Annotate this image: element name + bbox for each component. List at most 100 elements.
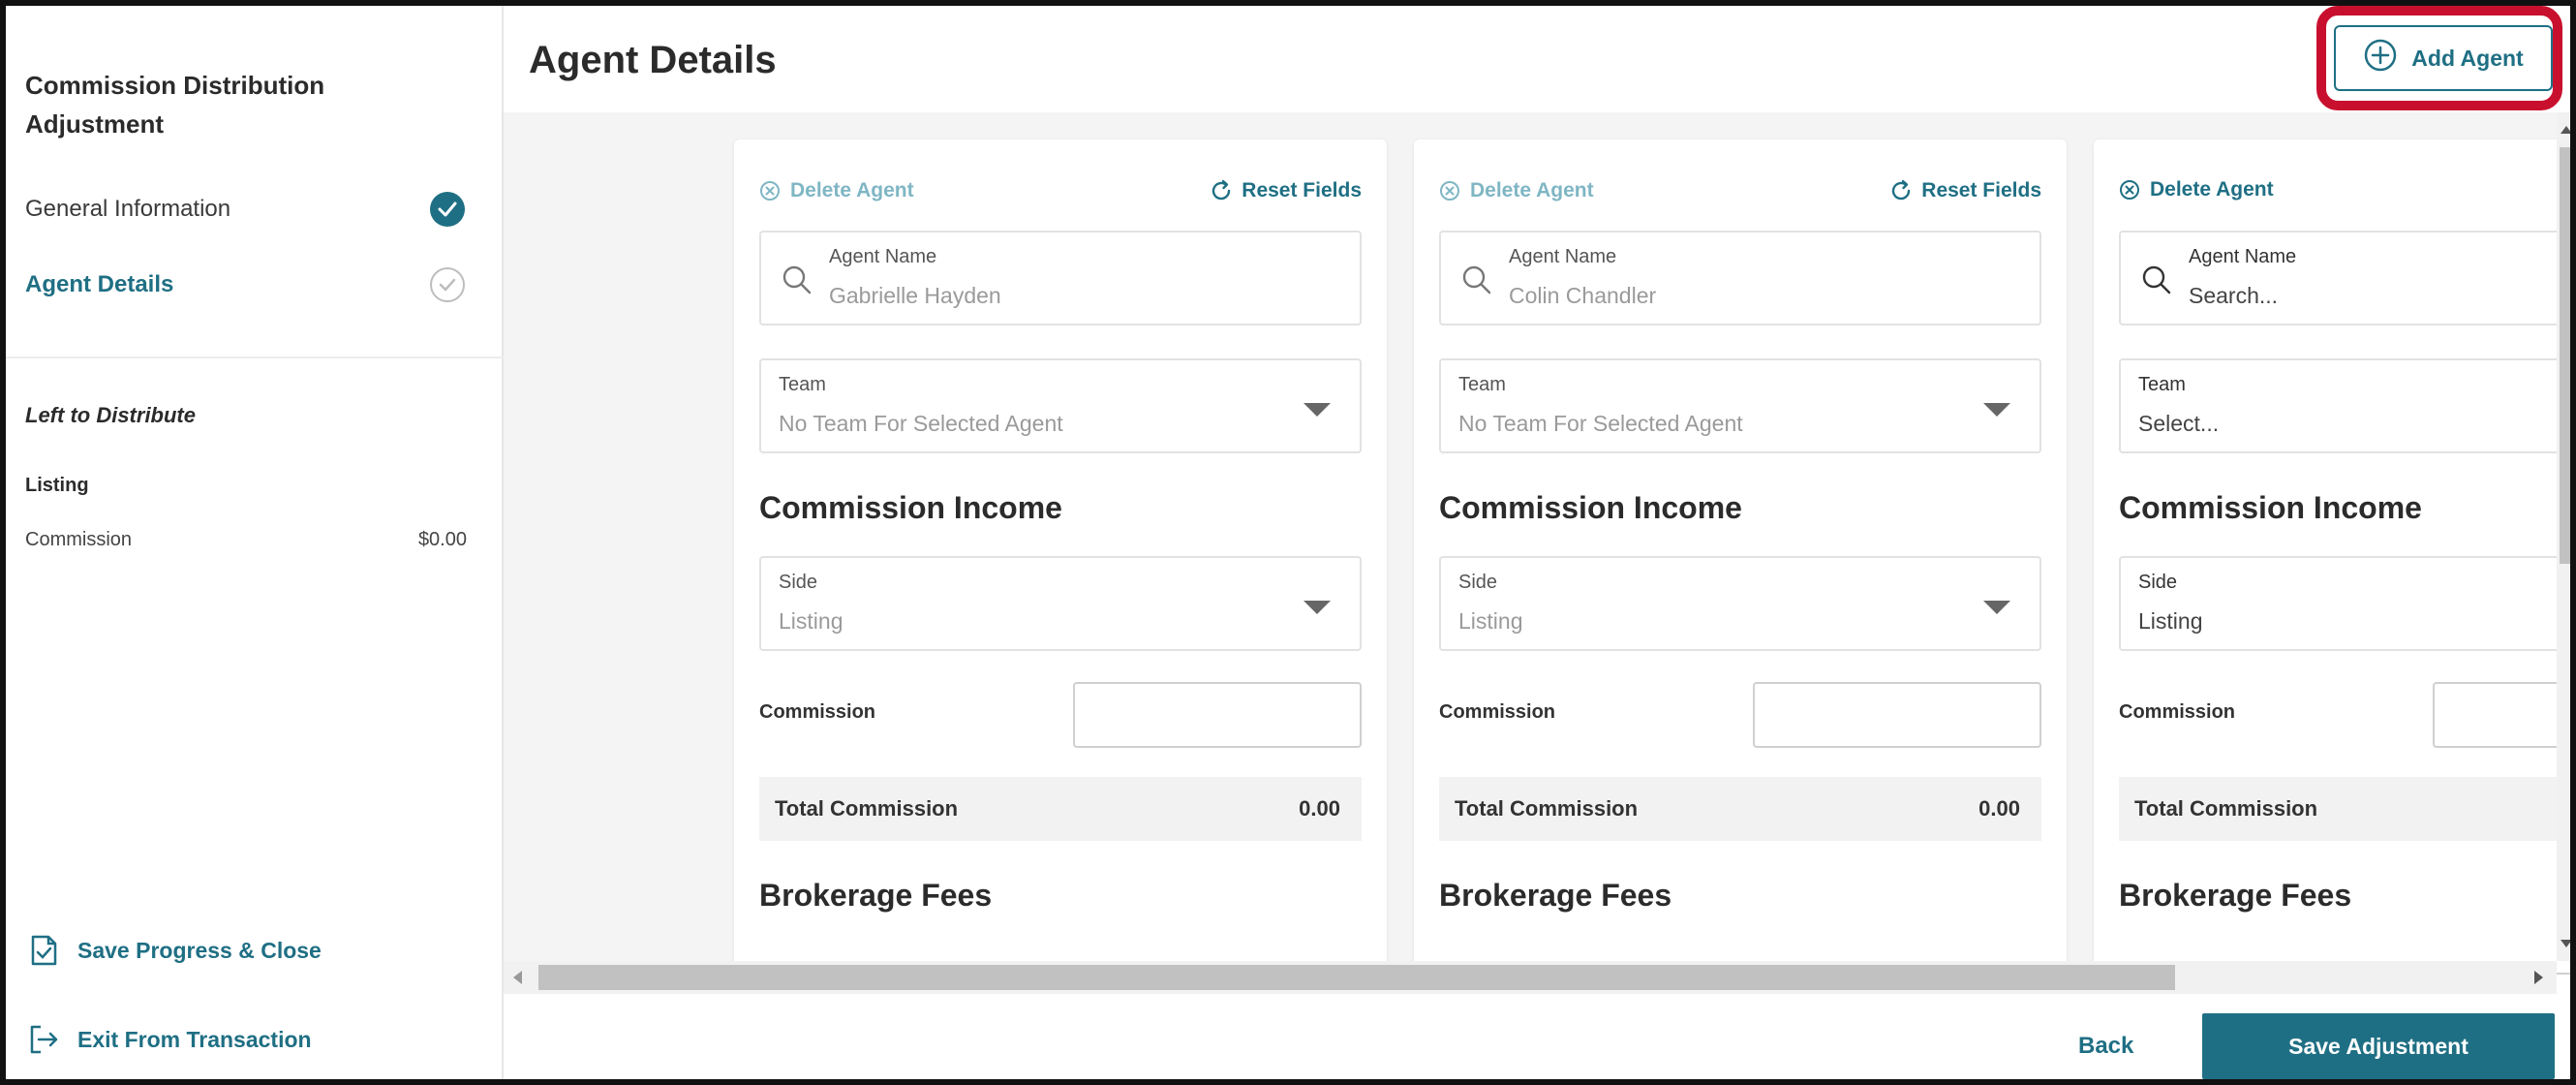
- scroll-right-arrow-icon[interactable]: [2534, 971, 2543, 984]
- chevron-down-icon: [1303, 403, 1331, 417]
- divider: [6, 356, 504, 358]
- exit-label: Exit From Transaction: [77, 1026, 312, 1052]
- side-select[interactable]: Side Listing: [2119, 556, 2570, 651]
- save-progress-label: Save Progress & Close: [77, 937, 322, 963]
- scroll-left-arrow-icon[interactable]: [513, 971, 522, 984]
- chevron-down-icon: [1983, 601, 2010, 614]
- commission-label: Commission: [759, 701, 876, 723]
- side-label: Side: [1458, 572, 1498, 593]
- check-circle-icon: [430, 192, 465, 227]
- reset-fields-label: Reset Fields: [1242, 179, 1362, 202]
- commission-value: $0.00: [417, 529, 467, 550]
- agent-name-value: Colin Chandler: [1509, 283, 1657, 308]
- x-circle-icon: [760, 181, 780, 201]
- save-document-icon: [25, 932, 62, 969]
- team-label: Team: [1458, 374, 1506, 395]
- total-commission-label: Total Commission: [775, 796, 959, 821]
- search-icon: [782, 265, 812, 294]
- total-commission-label: Total Commission: [1455, 796, 1639, 821]
- sidebar: Commission Distribution Adjustment Gener…: [6, 6, 515, 1079]
- listing-label: Listing: [25, 475, 89, 496]
- scroll-up-arrow-icon[interactable]: [2561, 126, 2570, 134]
- total-commission-value: 0.00: [1978, 796, 2020, 821]
- commission-income-heading: Commission Income: [2119, 490, 2422, 525]
- save-adjustment-button[interactable]: Save Adjustment: [2202, 1013, 2555, 1079]
- chevron-down-icon: [1983, 403, 2010, 417]
- agent-name-value: Gabrielle Hayden: [829, 283, 1001, 308]
- save-progress-close-link[interactable]: Save Progress & Close: [25, 932, 322, 969]
- agent-name-field[interactable]: Agent Name Colin Chandler: [1439, 231, 2041, 326]
- agent-name-field[interactable]: Agent Name Gabrielle Hayden: [759, 231, 1362, 326]
- brokerage-fees-heading: Brokerage Fees: [1439, 878, 1672, 913]
- agent-name-label: Agent Name: [829, 246, 937, 267]
- reset-fields-label: Reset Fields: [1921, 179, 2041, 202]
- total-commission-row: Total Commission 0.00: [1439, 777, 2041, 841]
- side-label: Side: [2138, 572, 2178, 593]
- commission-input[interactable]: [1073, 682, 1362, 748]
- agent-card: Delete Agent Reset Fields Agent Name Gab…: [734, 140, 1387, 994]
- page-title: Agent Details: [529, 39, 777, 81]
- team-select[interactable]: Team No Team For Selected Agent: [1439, 358, 2041, 453]
- reset-fields-button[interactable]: Reset Fields: [1209, 178, 1362, 203]
- total-commission-row: Total Commission 0.00: [759, 777, 1362, 841]
- search-icon: [2142, 265, 2171, 294]
- left-to-distribute-heading: Left to Distribute: [25, 403, 196, 427]
- reset-fields-button[interactable]: Reset Fields: [1888, 178, 2041, 203]
- refresh-icon: [1892, 179, 1911, 201]
- side-select[interactable]: Side Listing: [759, 556, 1362, 651]
- side-select[interactable]: Side Listing: [1439, 556, 2041, 651]
- add-agent-button[interactable]: Add Agent: [2334, 25, 2553, 91]
- scrollbar-thumb[interactable]: [538, 965, 2175, 990]
- agent-name-field[interactable]: Agent Name Search...: [2119, 231, 2570, 326]
- total-commission-value: 0.00: [1299, 796, 1340, 821]
- scrollbar-thumb[interactable]: [2560, 147, 2570, 564]
- agent-card: Delete Agent Reset Fields Agent Name Col…: [1414, 140, 2067, 994]
- plus-circle-icon: [2363, 38, 2398, 78]
- back-button[interactable]: Back: [2078, 1033, 2133, 1060]
- team-label: Team: [2138, 374, 2186, 395]
- total-commission-row: Total Commission: [2119, 777, 2570, 841]
- delete-agent-label: Delete Agent: [2150, 178, 2274, 201]
- team-select[interactable]: Team No Team For Selected Agent: [759, 358, 1362, 453]
- team-value: No Team For Selected Agent: [1458, 411, 1743, 436]
- side-value: Listing: [1458, 608, 1523, 634]
- total-commission-label: Total Commission: [2134, 796, 2318, 821]
- side-label: Side: [779, 572, 818, 593]
- brokerage-fees-heading: Brokerage Fees: [759, 878, 993, 913]
- app-window: Commission Distribution Adjustment Gener…: [0, 0, 2576, 1085]
- commission-input[interactable]: [2433, 682, 2570, 748]
- sidebar-title: Commission Distribution Adjustment: [25, 71, 325, 139]
- team-select[interactable]: Team Select...: [2119, 358, 2570, 453]
- commission-income-heading: Commission Income: [759, 490, 1062, 525]
- add-agent-label: Add Agent: [2411, 45, 2524, 71]
- delete-agent-label: Delete Agent: [790, 179, 914, 202]
- delete-agent-button[interactable]: Delete Agent: [1439, 179, 1594, 202]
- x-circle-icon: [1440, 181, 1459, 201]
- delete-agent-button[interactable]: Delete Agent: [2119, 178, 2274, 202]
- agent-card: Delete Agent Agent Name Search... Team S…: [2094, 140, 2570, 994]
- step-label: Agent Details: [25, 271, 174, 297]
- team-placeholder: Select...: [2138, 411, 2220, 436]
- vertical-scrollbar[interactable]: [2557, 112, 2570, 961]
- agent-name-label: Agent Name: [2189, 246, 2297, 267]
- delete-agent-label: Delete Agent: [1470, 179, 1594, 202]
- refresh-icon: [1212, 179, 1231, 201]
- commission-label: Commission: [2119, 701, 2236, 723]
- agent-name-placeholder: Search...: [2189, 283, 2279, 308]
- step-general-information[interactable]: General Information: [25, 180, 500, 238]
- x-circle-icon: [2120, 180, 2139, 200]
- exit-icon: [25, 1021, 62, 1058]
- agent-name-label: Agent Name: [1509, 246, 1617, 267]
- team-value: No Team For Selected Agent: [779, 411, 1063, 436]
- commission-input[interactable]: [1753, 682, 2041, 748]
- horizontal-scrollbar[interactable]: [504, 961, 2557, 994]
- step-agent-details[interactable]: Agent Details: [25, 244, 515, 322]
- agent-cards-area: Delete Agent Reset Fields Agent Name Gab…: [504, 112, 2570, 994]
- team-label: Team: [779, 374, 826, 395]
- exit-transaction-link[interactable]: Exit From Transaction: [25, 1021, 312, 1058]
- check-circle-outline-icon: [430, 267, 465, 302]
- commission-income-heading: Commission Income: [1439, 490, 1742, 525]
- delete-agent-button[interactable]: Delete Agent: [759, 179, 914, 202]
- commission-label: Commission: [1439, 701, 1556, 723]
- scroll-down-arrow-icon[interactable]: [2561, 940, 2570, 947]
